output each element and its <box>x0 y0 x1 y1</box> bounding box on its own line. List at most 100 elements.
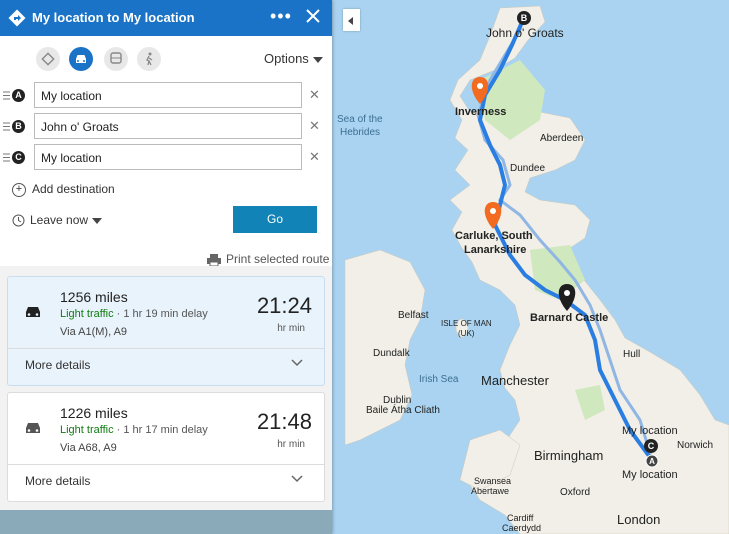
label-barnard-castle: Barnard Castle <box>530 312 608 324</box>
label-cardiff-2: Caerdydd <box>502 523 541 533</box>
label-swansea-2: Abertawe <box>471 486 509 496</box>
pin-a[interactable]: A <box>645 454 659 468</box>
label-london: London <box>617 512 660 527</box>
route-card-1[interactable]: 1256 miles Light traffic · 1 hr 19 min d… <box>7 276 325 386</box>
label-oxford: Oxford <box>560 487 590 498</box>
route-via: Via A68, A9 <box>60 442 117 454</box>
route-time: 21:48 <box>256 409 312 434</box>
card-divider <box>8 464 324 465</box>
waypoint-c-input[interactable]: My location <box>34 144 302 170</box>
chevron-down-icon[interactable] <box>291 359 303 367</box>
leave-now-label: Leave now <box>30 213 89 227</box>
directions-panel: My location to My location ••• Options A… <box>0 0 332 534</box>
label-isle-of-man-1: ISLE OF MAN <box>441 319 492 328</box>
drag-handle-icon[interactable] <box>3 91 10 100</box>
route-via: Via A1(M), A9 <box>60 326 128 338</box>
waypoint-badge-a: A <box>12 89 25 102</box>
print-route-button[interactable]: Print selected route <box>207 252 330 267</box>
label-cardiff-1: Cardiff <box>507 513 534 523</box>
go-button[interactable]: Go <box>233 206 317 233</box>
pin-c[interactable]: C <box>644 439 658 453</box>
more-details-link[interactable]: More details <box>25 474 90 488</box>
label-carluke-1: Carluke, South <box>455 230 533 242</box>
route-time-unit: hr min <box>277 439 305 450</box>
car-icon <box>26 423 40 433</box>
waypoint-b-row: B John o' Groats ✕ <box>0 113 332 141</box>
label-irish-sea: Irish Sea <box>419 374 459 385</box>
waypoint-a-input[interactable]: My location <box>34 82 302 108</box>
waypoint-b-input[interactable]: John o' Groats <box>34 113 302 139</box>
waypoint-badge-c: C <box>12 151 25 164</box>
chevron-down-icon <box>312 56 323 63</box>
car-icon <box>26 307 40 317</box>
panel-header: My location to My location ••• <box>0 0 332 36</box>
svg-text:B: B <box>521 13 528 23</box>
bus-icon <box>110 52 122 64</box>
remove-waypoint-c-button[interactable]: ✕ <box>309 149 320 165</box>
directions-logo-icon <box>8 9 26 27</box>
collapse-panel-button[interactable] <box>343 9 360 31</box>
route-traffic: Light traffic · 1 hr 19 min delay <box>60 308 208 320</box>
drag-handle-icon[interactable] <box>3 153 10 162</box>
label-swansea-1: Swansea <box>474 476 511 486</box>
label-dublin-2: Baile Átha Cliath <box>366 403 440 416</box>
printer-icon <box>207 253 221 267</box>
label-belfast: Belfast <box>398 310 429 321</box>
label-hull: Hull <box>623 349 640 360</box>
traffic-status: Light traffic <box>60 424 114 436</box>
walking-mode-button[interactable] <box>137 47 161 71</box>
add-destination-label: Add destination <box>32 182 115 196</box>
pin-b[interactable]: B <box>517 11 531 25</box>
waypoint-badge-b: B <box>12 120 25 133</box>
chevron-down-icon <box>92 217 103 224</box>
svg-text:C: C <box>648 441 655 451</box>
options-dropdown[interactable]: Options <box>264 51 323 66</box>
remove-waypoint-a-button[interactable]: ✕ <box>309 87 320 103</box>
leave-now-dropdown[interactable]: Leave now <box>12 213 103 227</box>
label-norwich: Norwich <box>677 440 713 451</box>
waypoint-c-row: C My location ✕ <box>0 144 332 172</box>
label-my-location-bottom: My location <box>622 469 678 481</box>
waypoint-a-row: A My location ✕ <box>0 82 332 110</box>
more-details-link[interactable]: More details <box>25 358 90 372</box>
label-inverness: Inverness <box>455 106 506 118</box>
route-traffic: Light traffic · 1 hr 17 min delay <box>60 424 208 436</box>
options-label: Options <box>264 51 309 66</box>
walking-icon <box>146 52 153 66</box>
directions-icon <box>41 52 55 66</box>
panel-footer <box>0 510 332 534</box>
label-isle-of-man-2: (UK) <box>458 329 475 338</box>
label-birmingham: Birmingham <box>534 448 603 463</box>
label-sea-of-hebrides-1: Sea of the <box>337 114 383 125</box>
more-options-button[interactable]: ••• <box>270 6 292 27</box>
route-distance: 1226 miles <box>60 405 128 421</box>
svg-text:A: A <box>649 457 655 466</box>
traffic-delay: · 1 hr 17 min delay <box>113 424 208 436</box>
drag-handle-icon[interactable] <box>3 122 10 131</box>
car-icon <box>76 55 86 63</box>
directions-mode-button[interactable] <box>36 47 60 71</box>
route-card-2[interactable]: 1226 miles Light traffic · 1 hr 17 min d… <box>7 392 325 502</box>
chevron-down-icon[interactable] <box>291 475 303 483</box>
label-dundee: Dundee <box>510 163 545 174</box>
clock-icon <box>12 214 25 227</box>
traffic-status: Light traffic <box>60 308 114 320</box>
driving-mode-button[interactable] <box>69 47 93 71</box>
route-distance: 1256 miles <box>60 289 128 305</box>
add-destination-button[interactable]: + Add destination <box>12 182 115 197</box>
traffic-delay: · 1 hr 19 min delay <box>113 308 208 320</box>
route-time: 21:24 <box>256 293 312 318</box>
label-john-o-groats: John o' Groats <box>486 26 564 40</box>
close-icon[interactable] <box>302 5 324 27</box>
label-aberdeen: Aberdeen <box>540 133 583 144</box>
route-time-unit: hr min <box>277 323 305 334</box>
transit-mode-button[interactable] <box>104 47 128 71</box>
label-carluke-2: Lanarkshire <box>464 244 526 256</box>
label-sea-of-hebrides-2: Hebrides <box>340 127 380 138</box>
label-dundalk: Dundalk <box>373 348 411 359</box>
label-manchester: Manchester <box>481 373 550 388</box>
print-label: Print selected route <box>226 252 330 266</box>
label-my-location-top: My location <box>622 425 678 437</box>
remove-waypoint-b-button[interactable]: ✕ <box>309 118 320 134</box>
plus-icon: + <box>12 182 26 197</box>
